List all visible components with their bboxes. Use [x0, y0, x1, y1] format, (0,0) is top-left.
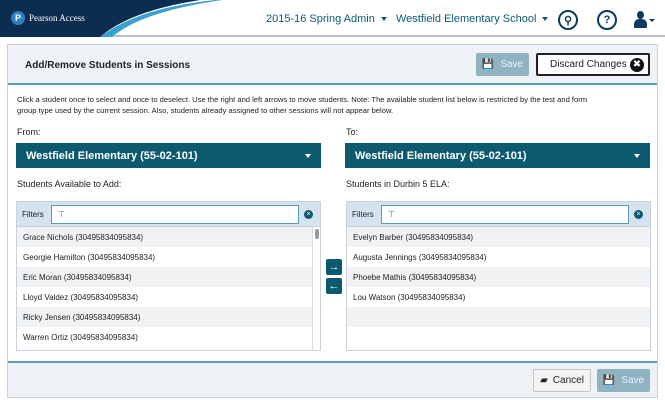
- footer-save-button[interactable]: 💾 Save: [597, 369, 650, 392]
- filters-label: Filters: [352, 210, 374, 219]
- add-remove-panel: Add/Remove Students in Sessions 💾 Save Di…: [7, 44, 658, 398]
- list-item[interactable]: Lloyd Valdez (30495834095834): [17, 287, 312, 307]
- search-icon[interactable]: ⚲: [558, 10, 578, 30]
- list-item[interactable]: Georgie Hamilton (30495834095834): [17, 247, 312, 267]
- move-right-button[interactable]: →: [326, 259, 342, 275]
- list-item[interactable]: Eric Moran (30495834095834): [17, 267, 312, 287]
- empty-row: [347, 327, 650, 347]
- school-dropdown[interactable]: Westfield Elementary School: [396, 13, 549, 25]
- available-students-list: Filters ⊤ × Grace Nichols (3049583409583…: [16, 201, 321, 351]
- panel-header: Add/Remove Students in Sessions 💾 Save Di…: [8, 45, 657, 85]
- chevron-down-icon: [634, 154, 640, 158]
- save-button[interactable]: 💾 Save: [476, 53, 529, 76]
- from-selected: Westfield Elementary (55-02-101): [26, 150, 198, 162]
- panel-footer: ▰ Cancel 💾 Save: [8, 361, 657, 397]
- list-item[interactable]: Phoebe Mathis (30495834095834): [347, 267, 650, 287]
- help-icon[interactable]: ?: [597, 10, 617, 30]
- empty-row: [347, 307, 650, 327]
- list-item[interactable]: Augusta Jennings (30495834095834): [347, 247, 650, 267]
- discard-label: Discard Changes: [550, 59, 627, 70]
- filters-label: Filters: [22, 210, 44, 219]
- clear-filter-icon[interactable]: ×: [304, 210, 313, 219]
- school-label: Westfield Elementary School: [396, 13, 537, 25]
- close-circle-icon: ✖: [630, 58, 644, 72]
- session-list-title: Students in Durbin 5 ELA:: [346, 179, 450, 189]
- student-rows: Grace Nichols (30495834095834) Georgie H…: [17, 227, 312, 347]
- filter-bar: Filters ⊤ ×: [347, 202, 650, 227]
- cancel-label: Cancel: [552, 375, 584, 386]
- page-title: Add/Remove Students in Sessions: [25, 60, 191, 71]
- list-item[interactable]: Grace Nichols (30495834095834): [17, 227, 312, 247]
- admin-dropdown[interactable]: 2015-16 Spring Admin: [266, 13, 387, 25]
- to-selected: Westfield Elementary (55-02-101): [355, 150, 527, 162]
- top-nav: P Pearson Access 2015-16 Spring Admin We…: [0, 0, 665, 37]
- scrollbar[interactable]: [312, 227, 320, 350]
- filter-input[interactable]: ⊤: [381, 205, 629, 224]
- student-rows: Evelyn Barber (30495834095834) Augusta J…: [347, 227, 650, 347]
- filter-input[interactable]: ⊤: [51, 205, 299, 224]
- instructions: Click a student once to select and once …: [17, 95, 588, 115]
- arrow-right-icon: →: [328, 261, 340, 273]
- filter-icon: ⊤: [388, 210, 395, 219]
- list-item[interactable]: Ricky Jensen (30495834095834): [17, 307, 312, 327]
- filter-icon: ⊤: [58, 210, 65, 219]
- to-school-select[interactable]: Westfield Elementary (55-02-101): [345, 143, 650, 168]
- admin-label: 2015-16 Spring Admin: [266, 13, 375, 25]
- session-students-list: Filters ⊤ × Evelyn Barber (3049583409583…: [346, 201, 651, 351]
- filter-bar: Filters ⊤ ×: [17, 202, 320, 227]
- list-item[interactable]: Evelyn Barber (30495834095834): [347, 227, 650, 247]
- chevron-down-icon: [542, 17, 549, 22]
- clear-filter-icon[interactable]: ×: [634, 210, 643, 219]
- available-list-title: Students Available to Add:: [17, 179, 122, 189]
- eraser-icon: ▰: [540, 375, 548, 386]
- save-label: Save: [500, 59, 524, 70]
- list-item[interactable]: Lou Watson (30495834095834): [347, 287, 650, 307]
- chevron-down-icon: [305, 154, 311, 158]
- to-label: To:: [346, 127, 359, 137]
- user-icon[interactable]: [634, 11, 655, 29]
- list-item[interactable]: Warren Ortiz (30495834095834): [17, 327, 312, 347]
- cancel-button[interactable]: ▰ Cancel: [533, 369, 591, 392]
- brand-name[interactable]: Pearson Access: [29, 13, 85, 23]
- from-label: From:: [17, 127, 41, 137]
- save-icon: 💾: [602, 375, 616, 386]
- arrow-left-icon: ←: [328, 280, 340, 292]
- pearson-logo-icon: P: [11, 11, 25, 25]
- save-label: Save: [621, 375, 645, 386]
- chevron-down-icon: [380, 17, 387, 22]
- move-left-button[interactable]: ←: [326, 278, 342, 294]
- save-icon: 💾: [481, 59, 495, 70]
- from-school-select[interactable]: Westfield Elementary (55-02-101): [16, 143, 321, 168]
- discard-changes-button[interactable]: Discard Changes ✖: [536, 53, 650, 76]
